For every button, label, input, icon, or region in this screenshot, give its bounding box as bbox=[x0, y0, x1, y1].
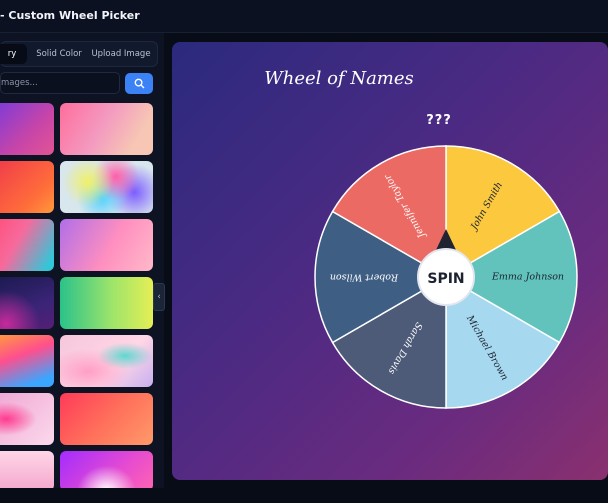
bottom-strip bbox=[0, 488, 608, 501]
spin-label[interactable]: SPIN bbox=[427, 271, 464, 287]
wheel-segment-label: Robert Wilson bbox=[330, 272, 399, 283]
wheel[interactable]: John SmithEmma JohnsonMichael BrownSarah… bbox=[0, 0, 608, 501]
wheel-segment-label: Emma Johnson bbox=[491, 272, 564, 283]
